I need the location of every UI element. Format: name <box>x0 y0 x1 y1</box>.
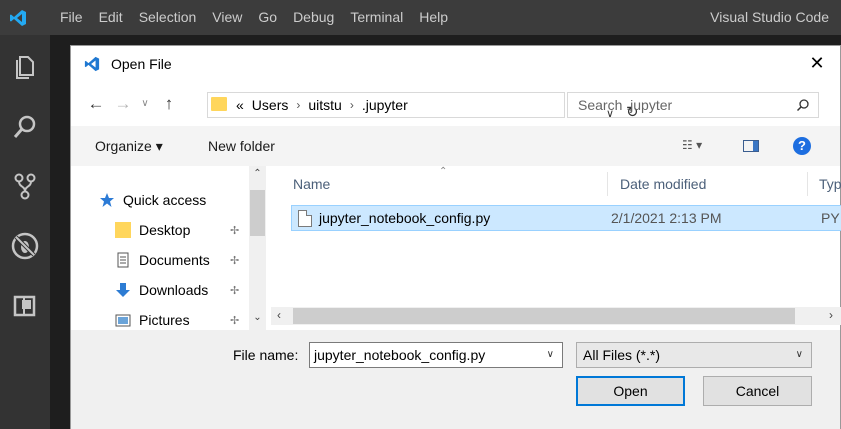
breadcrumb-separator-icon[interactable]: › <box>296 98 300 113</box>
command-bar: Organize ▾ New folder ☷ ▾ ? <box>71 126 840 166</box>
dialog-title: Open File <box>111 56 172 72</box>
file-date: 2/1/2021 2:13 PM <box>611 210 722 226</box>
search-icon[interactable] <box>796 98 810 112</box>
dialog-footer: File name: jupyter_notebook_config.py ∨ … <box>71 330 840 429</box>
menu-view[interactable]: View <box>204 0 250 35</box>
pin-icon[interactable]: ✢ <box>230 254 239 267</box>
file-list-scrollbar[interactable]: ‹ › <box>271 307 841 325</box>
file-list: ⌃ Name Date modified Type jupyter_notebo… <box>271 166 841 311</box>
breadcrumb-users[interactable]: Users <box>252 97 289 113</box>
files-icon[interactable] <box>9 51 41 83</box>
menu-bar: File Edit Selection View Go Debug Termin… <box>52 0 456 35</box>
window-title: Visual Studio Code <box>710 9 829 25</box>
close-button[interactable]: ✕ <box>806 52 828 74</box>
open-button[interactable]: Open <box>576 376 685 406</box>
chevron-down-icon[interactable]: ∨ <box>796 349 803 360</box>
navigation-scrollbar[interactable]: ⌃ ⌄ <box>249 166 266 330</box>
nav-item-downloads[interactable]: Downloads <box>115 278 208 302</box>
change-view-icon[interactable]: ☷ ▾ <box>682 138 702 152</box>
column-divider[interactable] <box>607 172 608 196</box>
activity-bar <box>0 35 50 429</box>
file-icon <box>298 210 312 227</box>
file-type-select[interactable]: All Files (*.*) ∨ <box>576 342 812 368</box>
file-type-value: All Files (*.*) <box>583 347 661 363</box>
file-name: jupyter_notebook_config.py <box>319 210 491 226</box>
sort-chevron-icon: ⌃ <box>439 166 448 177</box>
nav-item-pictures[interactable]: Pictures <box>115 308 190 332</box>
dialog-titlebar: Open File ✕ <box>71 46 840 82</box>
nav-item-documents[interactable]: Documents <box>115 248 210 272</box>
vscode-titlebar: File Edit Selection View Go Debug Termin… <box>0 0 841 35</box>
breadcrumb-jupyter[interactable]: .jupyter <box>362 97 408 113</box>
breadcrumb: « Users › uitstu › .jupyter <box>236 97 416 113</box>
forward-arrow-icon[interactable]: → <box>113 95 133 115</box>
search-icon[interactable] <box>9 111 41 143</box>
file-row[interactable]: jupyter_notebook_config.py 2/1/2021 2:13… <box>291 205 841 231</box>
debug-icon[interactable] <box>9 230 41 262</box>
menu-debug[interactable]: Debug <box>285 0 342 35</box>
nav-item-label: Desktop <box>139 222 191 238</box>
vscode-logo-icon <box>10 10 26 26</box>
new-folder-button[interactable]: New folder <box>208 138 275 154</box>
column-header-date[interactable]: Date modified <box>620 176 706 192</box>
downloads-icon <box>116 283 130 297</box>
nav-item-label: Documents <box>139 252 210 268</box>
recent-locations-chevron-icon[interactable]: ∨ <box>135 95 155 115</box>
menu-help[interactable]: Help <box>411 0 456 35</box>
menu-selection[interactable]: Selection <box>131 0 205 35</box>
navigation-bar: ← → ∨ ↑ « Users › uitstu › .jupyter ∨ ↻ … <box>71 82 840 126</box>
breadcrumb-overflow[interactable]: « <box>236 97 244 113</box>
scroll-down-chevron-icon[interactable]: ⌄ <box>249 312 266 323</box>
open-file-dialog: Open File ✕ ← → ∨ ↑ « Users › uitstu › .… <box>70 45 841 429</box>
nav-item-desktop[interactable]: Desktop <box>115 218 190 242</box>
pictures-icon <box>115 314 131 327</box>
vscode-logo-icon <box>84 56 100 72</box>
source-control-icon[interactable] <box>9 170 41 202</box>
file-name-label: File name: <box>233 347 299 363</box>
chevron-down-icon[interactable]: ∨ <box>547 349 554 360</box>
address-bar[interactable]: « Users › uitstu › .jupyter ∨ ↻ <box>207 92 639 121</box>
column-header-type[interactable]: Type <box>819 176 841 192</box>
nav-item-label: Quick access <box>123 192 207 208</box>
pin-icon[interactable]: ✢ <box>230 224 239 237</box>
menu-go[interactable]: Go <box>250 0 285 35</box>
star-icon <box>100 193 114 207</box>
column-header-name[interactable]: Name <box>293 176 330 192</box>
nav-quick-access[interactable]: Quick access <box>99 188 206 212</box>
desktop-folder-icon <box>115 222 131 238</box>
preview-pane-icon[interactable] <box>743 140 759 152</box>
back-arrow-icon[interactable]: ← <box>86 95 106 115</box>
organize-button[interactable]: Organize ▾ <box>95 138 163 155</box>
menu-edit[interactable]: Edit <box>91 0 131 35</box>
extensions-icon[interactable] <box>9 289 41 321</box>
search-input[interactable]: Search .jupyter <box>578 97 672 113</box>
scroll-right-chevron-icon[interactable]: › <box>829 308 833 322</box>
menu-file[interactable]: File <box>52 0 91 35</box>
file-type: PY Fi <box>821 210 841 226</box>
help-icon[interactable]: ? <box>793 137 811 155</box>
pin-icon[interactable]: ✢ <box>230 284 239 297</box>
breadcrumb-uitstu[interactable]: uitstu <box>308 97 341 113</box>
nav-item-label: Pictures <box>139 312 190 328</box>
scroll-left-chevron-icon[interactable]: ‹ <box>277 308 281 322</box>
scrollbar-thumb[interactable] <box>250 190 265 236</box>
folder-icon <box>211 97 227 111</box>
file-name-value[interactable]: jupyter_notebook_config.py <box>314 347 485 363</box>
file-name-field[interactable]: jupyter_notebook_config.py ∨ <box>309 342 563 368</box>
scroll-up-chevron-icon[interactable]: ⌃ <box>249 168 266 179</box>
nav-item-label: Downloads <box>139 282 209 298</box>
up-arrow-icon[interactable]: ↑ <box>159 95 179 115</box>
menu-terminal[interactable]: Terminal <box>342 0 411 35</box>
documents-icon <box>117 252 129 268</box>
pin-icon[interactable]: ✢ <box>230 314 239 327</box>
cancel-button[interactable]: Cancel <box>703 376 812 406</box>
column-divider[interactable] <box>807 172 808 196</box>
scrollbar-thumb[interactable] <box>293 308 795 324</box>
breadcrumb-separator-icon[interactable]: › <box>350 98 354 113</box>
navigation-pane: Quick access Desktop ✢ Documents ✢ Downl… <box>71 166 269 330</box>
search-box[interactable]: Search .jupyter <box>567 92 819 118</box>
